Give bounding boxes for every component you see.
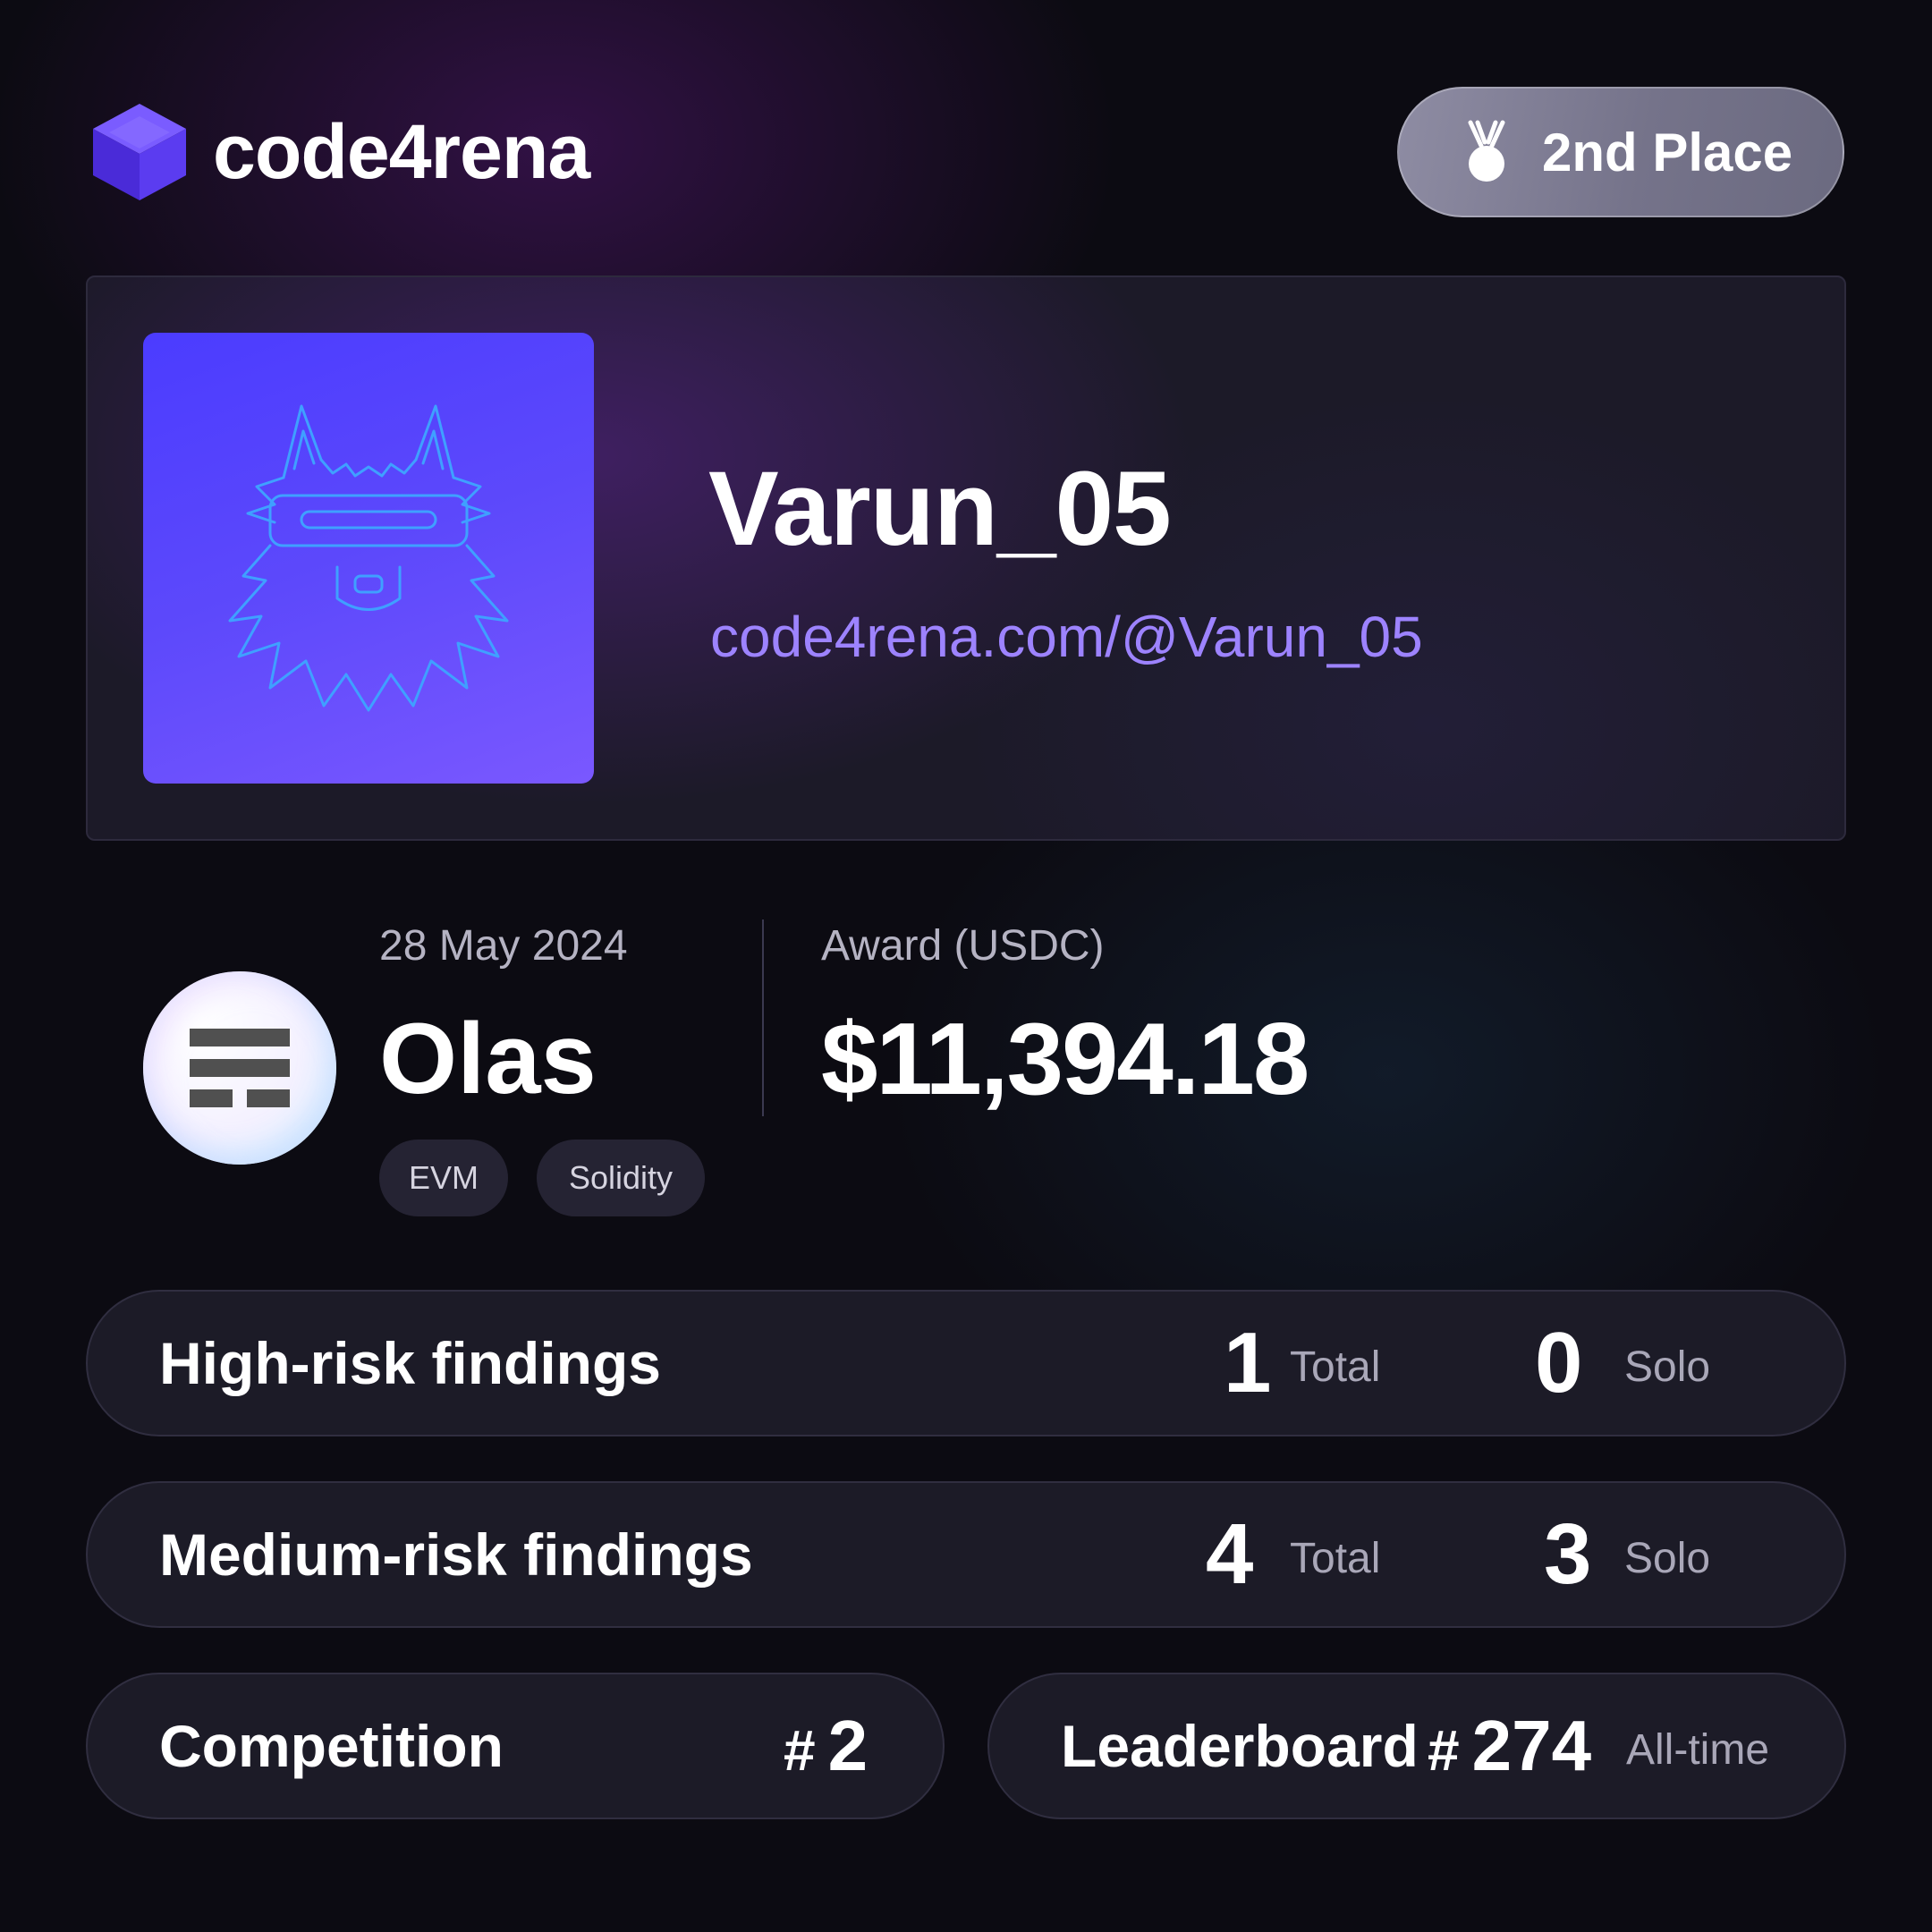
medium-risk-row: Medium-risk findings 4 Total 3 Solo xyxy=(86,1481,1846,1628)
placement-badge: 2nd Place xyxy=(1397,87,1844,217)
leaderboard-scope: All-time xyxy=(1626,1725,1770,1774)
cube-logo-icon xyxy=(93,104,186,200)
sponsor-logo xyxy=(143,971,336,1165)
avatar xyxy=(143,333,594,784)
medium-risk-total: 4 xyxy=(1206,1506,1254,1602)
medal-icon xyxy=(1468,120,1505,182)
profile-card: Varun_05 code4rena.com/@Varun_05 xyxy=(86,275,1846,841)
brand-name: code4rena xyxy=(213,108,590,195)
high-risk-solo: 0 xyxy=(1535,1315,1583,1411)
contest-date: 28 May 2024 xyxy=(379,922,628,970)
leaderboard-rank: #274 xyxy=(1428,1710,1591,1782)
rank-hash: # xyxy=(1428,1718,1460,1783)
tag-evm: EVM xyxy=(379,1140,508,1216)
high-risk-solo-label: Solo xyxy=(1624,1343,1711,1391)
medium-risk-solo: 3 xyxy=(1544,1506,1592,1602)
award-label: Award (USDC) xyxy=(821,922,1105,970)
tag-solidity: Solidity xyxy=(537,1140,705,1216)
profile-link[interactable]: code4rena.com/@Varun_05 xyxy=(710,608,1423,665)
medium-risk-total-label: Total xyxy=(1290,1534,1381,1582)
placement-label: 2nd Place xyxy=(1542,122,1793,182)
wolf-avatar-icon xyxy=(228,404,509,712)
competition-row: Competition #2 xyxy=(86,1673,945,1819)
leaderboard-row: Leaderboard #274 All-time xyxy=(987,1673,1846,1819)
competition-rank-value: 2 xyxy=(827,1706,869,1785)
username: Varun_05 xyxy=(708,450,1172,568)
high-risk-total: 1 xyxy=(1224,1315,1272,1411)
award-amount: $11,394.18 xyxy=(821,1003,1309,1116)
competition-label: Competition xyxy=(159,1713,504,1779)
high-risk-total-label: Total xyxy=(1290,1343,1381,1391)
high-risk-row: High-risk findings 1 Total 0 Solo xyxy=(86,1290,1846,1436)
contest-name: Olas xyxy=(379,1003,597,1114)
medium-risk-label: Medium-risk findings xyxy=(159,1521,753,1588)
high-risk-label: High-risk findings xyxy=(159,1330,661,1396)
medium-risk-solo-label: Solo xyxy=(1624,1534,1711,1582)
divider xyxy=(762,919,764,1116)
code4rena-logo[interactable]: code4rena xyxy=(86,98,590,206)
olas-logo-icon xyxy=(190,1029,290,1107)
leaderboard-label: Leaderboard xyxy=(1061,1713,1419,1779)
competition-rank: #2 xyxy=(784,1710,868,1782)
rank-hash: # xyxy=(784,1718,816,1783)
leaderboard-rank-value: 274 xyxy=(1471,1706,1592,1785)
